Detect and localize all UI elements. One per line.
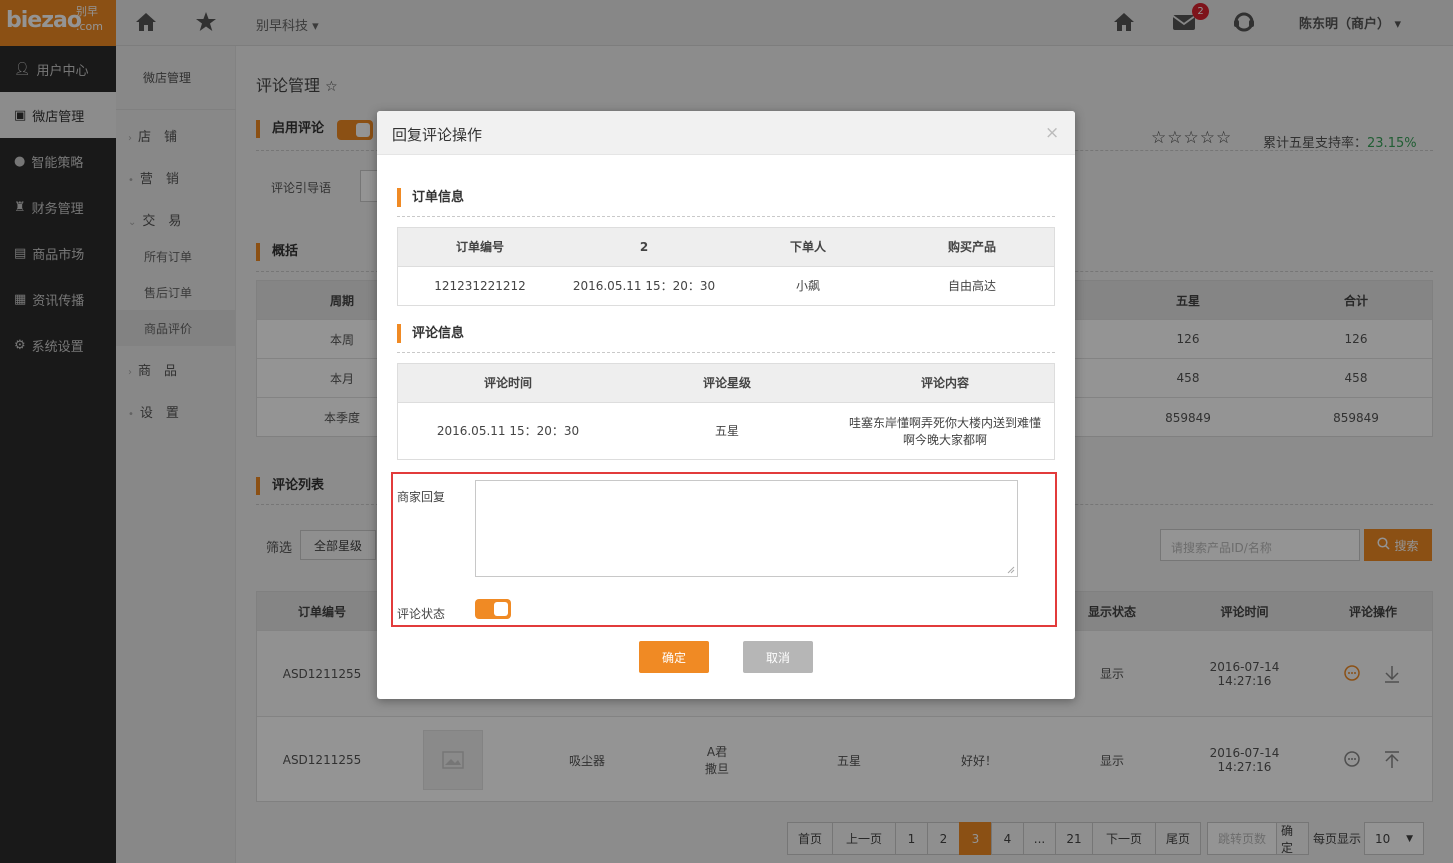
table-header: 订单编号 2 下单人 购买产品	[398, 228, 1054, 267]
comment-stars: 五星	[714, 424, 739, 438]
divider	[397, 352, 1055, 353]
purchased-product: 自由高达	[947, 279, 996, 293]
column-header: 评论时间	[483, 375, 532, 390]
comment-time: 2016.05.11 15：20：30	[436, 424, 580, 438]
order-number: 121231221212	[434, 279, 526, 293]
reply-review-modal: 回复评论操作 × 订单信息 订单编号 2 下单人 购买产品 1212312212…	[377, 111, 1075, 699]
column-header: 评论内容	[920, 375, 969, 390]
comment-info-table: 评论时间 评论星级 评论内容 2016.05.11 15：20：30 五星 哇塞…	[397, 363, 1055, 460]
merchant-reply-textarea[interactable]	[475, 480, 1018, 577]
modal-title: 回复评论操作	[392, 126, 483, 144]
cancel-button[interactable]: 取消	[743, 641, 813, 673]
merchant-reply-label: 商家回复	[397, 490, 446, 504]
orderer: 小飙	[795, 279, 820, 293]
column-header: 2	[639, 239, 649, 254]
comment-content: 哇塞东岸懂啊弄死你大楼内送到难懂啊今晚大家都啊	[848, 415, 1041, 447]
column-header: 购买产品	[947, 239, 996, 254]
table-row: 2016.05.11 15：20：30 五星 哇塞东岸懂啊弄死你大楼内送到难懂啊…	[398, 403, 1054, 460]
column-header: 评论星级	[702, 375, 751, 390]
order-info-title: 订单信息	[397, 188, 464, 207]
review-status-label: 评论状态	[397, 607, 446, 621]
order-time: 2016.05.11 15：20：30	[572, 279, 716, 293]
modal-header: 回复评论操作 ×	[377, 111, 1075, 155]
table-header: 评论时间 评论星级 评论内容	[398, 364, 1054, 403]
table-row: 121231221212 2016.05.11 15：20：30 小飙 自由高达	[398, 267, 1054, 306]
comment-info-title: 评论信息	[397, 324, 464, 343]
column-header: 订单编号	[455, 239, 504, 254]
resize-handle-icon[interactable]	[1007, 566, 1015, 574]
confirm-button[interactable]: 确定	[639, 641, 709, 673]
order-info-table: 订单编号 2 下单人 购买产品 121231221212 2016.05.11 …	[397, 227, 1055, 306]
review-status-toggle[interactable]	[475, 599, 511, 619]
divider	[397, 216, 1055, 217]
close-icon[interactable]: ×	[1045, 123, 1059, 143]
column-header: 下单人	[789, 239, 826, 254]
